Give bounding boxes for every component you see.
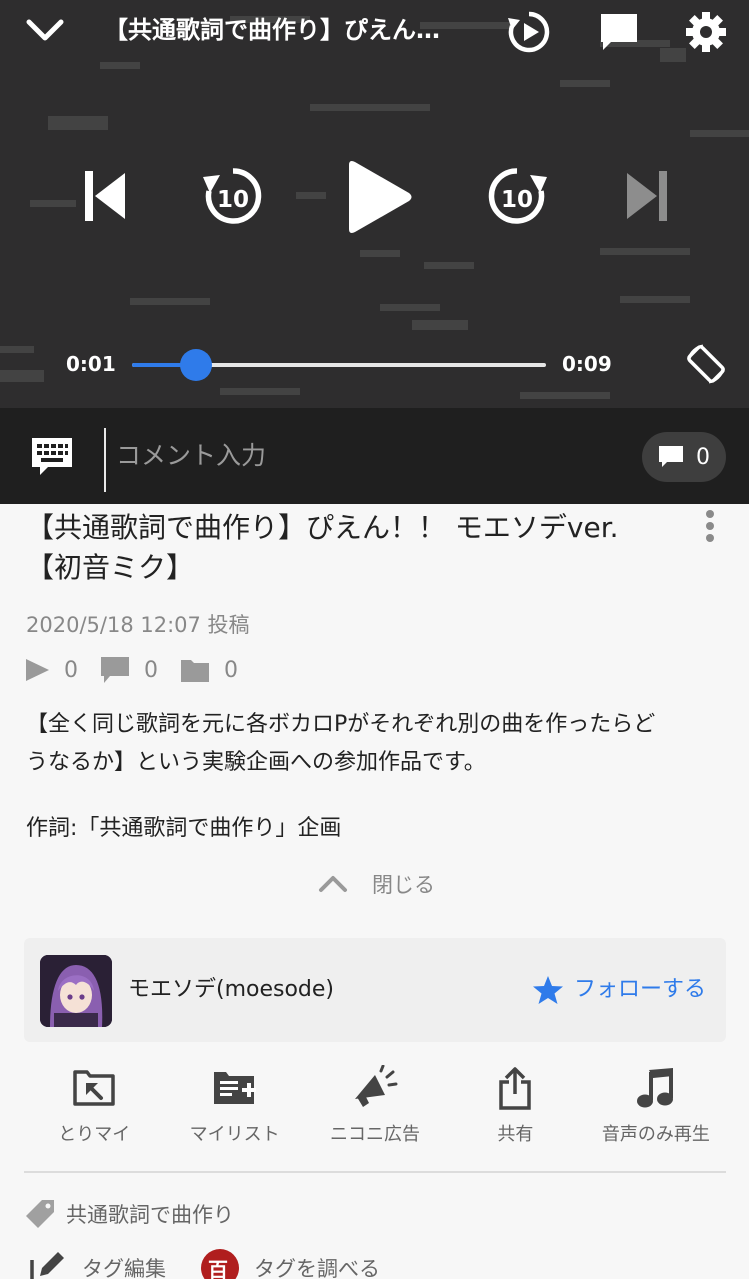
collapse-description-button[interactable]: 閉じる <box>318 866 435 902</box>
follow-button[interactable]: フォローする <box>532 974 706 1006</box>
folder-icon <box>180 657 210 683</box>
comment-count-stat: 0 <box>100 656 158 684</box>
share-icon <box>497 1062 533 1114</box>
comment-count-icon <box>659 446 683 467</box>
description-line: 作詞:「共通歌詞で曲作り」企画 <box>26 816 342 841</box>
quick-mylist-icon <box>72 1062 116 1114</box>
input-divider <box>104 428 106 492</box>
comment-count-button[interactable]: 0 <box>642 432 726 482</box>
uploader-card[interactable]: モエソデ(moesode) フォローする <box>24 938 726 1042</box>
seek-thumb[interactable] <box>180 349 213 381</box>
player-video-title: 【共通歌詞で曲作り】ぴえん… <box>104 16 440 44</box>
play-icon[interactable] <box>330 152 420 242</box>
collapse-label: 閉じる <box>372 873 435 897</box>
video-stats: 0 0 0 <box>24 652 260 688</box>
tag-edit-label: タグ編集 <box>82 1257 166 1279</box>
share-button[interactable]: 共有 <box>445 1062 585 1158</box>
follow-label: フォローする <box>574 977 707 1002</box>
rewind-10-icon[interactable]: 10 <box>198 160 268 232</box>
pencil-icon <box>30 1252 64 1279</box>
comment-stat-count: 0 <box>144 657 158 683</box>
tag-icon <box>26 1200 54 1228</box>
chevron-up-icon <box>319 876 347 892</box>
player-top-bar: 【共通歌詞で曲作り】ぴえん… <box>0 0 749 64</box>
skip-next-icon[interactable] <box>620 164 676 228</box>
divider <box>24 1171 726 1173</box>
comment-input[interactable]: コメント入力 <box>116 436 266 476</box>
star-icon <box>533 976 563 1004</box>
quick-mylist-label: とりマイ <box>58 1124 131 1145</box>
tag-tools: タグ編集 百 タグを調べる <box>28 1246 414 1279</box>
dictionary-badge: 百 <box>208 1257 228 1279</box>
quick-mylist-button[interactable]: とりマイ <box>24 1062 164 1158</box>
music-note-icon <box>635 1062 677 1114</box>
forward-10-icon[interactable]: 10 <box>482 160 552 232</box>
mylist-button[interactable]: マイリスト <box>164 1062 304 1158</box>
video-title-line-2: 【初音ミク】 <box>26 551 195 584</box>
duration: 0:09 <box>562 352 612 376</box>
tag-edit-button[interactable]: タグ編集 <box>28 1250 166 1279</box>
action-bar: とりマイ マイリスト ニコニ広告 共有 音声のみ再生 <box>24 1062 726 1158</box>
mylist-count: 0 <box>224 657 238 683</box>
tag-label: 共通歌詞で曲作り <box>66 1203 234 1227</box>
audio-only-button[interactable]: 音声のみ再生 <box>586 1062 726 1158</box>
uploader-name[interactable]: モエソデ(moesode) <box>128 974 334 1006</box>
comment-keyboard-icon[interactable] <box>28 432 76 482</box>
more-options-icon[interactable] <box>700 506 720 546</box>
video-title-line-1: 【共通歌詞で曲作り】ぴえん！！ モエソデver. <box>26 511 619 544</box>
skip-previous-icon[interactable] <box>76 164 132 228</box>
comment-count: 0 <box>696 444 710 470</box>
tag-item[interactable]: 共通歌詞で曲作り <box>24 1196 234 1232</box>
comment-bubble-icon[interactable] <box>594 8 644 56</box>
tag-search-button[interactable]: 百 タグを調べる <box>200 1248 380 1279</box>
gear-icon[interactable] <box>682 8 730 56</box>
rotate-screen-icon[interactable] <box>680 338 732 390</box>
svg-text:10: 10 <box>217 187 249 213</box>
video-player[interactable]: 【共通歌詞で曲作り】ぴえん… 10 10 0:01 0:09 <box>0 0 749 408</box>
view-count-stat: 0 <box>24 658 78 683</box>
tag-search-label: タグを調べる <box>254 1257 380 1279</box>
nicoad-label: ニコニ広告 <box>330 1124 421 1145</box>
svg-text:10: 10 <box>501 187 533 213</box>
megaphone-icon <box>351 1062 399 1114</box>
mylist-add-icon <box>212 1062 258 1114</box>
nicoad-button[interactable]: ニコニ広告 <box>305 1062 445 1158</box>
loop-play-icon[interactable] <box>504 8 554 56</box>
description-line: 【全く同じ歌詞を元に各ボカロPがそれぞれ別の曲を作ったらど <box>26 712 656 737</box>
mylist-label: マイリスト <box>189 1124 280 1145</box>
current-time: 0:01 <box>66 352 116 376</box>
video-description: 【全く同じ歌詞を元に各ボカロPがそれぞれ別の曲を作ったらど うなるか】という実験… <box>26 706 726 848</box>
chevron-down-icon[interactable] <box>20 12 70 48</box>
avatar[interactable] <box>40 955 112 1027</box>
view-count: 0 <box>64 657 78 683</box>
comment-stat-icon <box>100 656 130 684</box>
mylist-count-stat: 0 <box>180 657 238 683</box>
audio-only-label: 音声のみ再生 <box>601 1124 710 1145</box>
post-date: 2020/5/18 12:07 投稿 <box>26 613 250 637</box>
comment-bar: コメント入力 0 <box>0 408 749 504</box>
description-line: うなるか】という実験企画への参加作品です。 <box>26 750 486 775</box>
video-title: 【共通歌詞で曲作り】ぴえん！！ モエソデver. 【初音ミク】 <box>26 508 686 588</box>
share-label: 共有 <box>497 1124 534 1145</box>
play-count-icon <box>24 658 50 682</box>
